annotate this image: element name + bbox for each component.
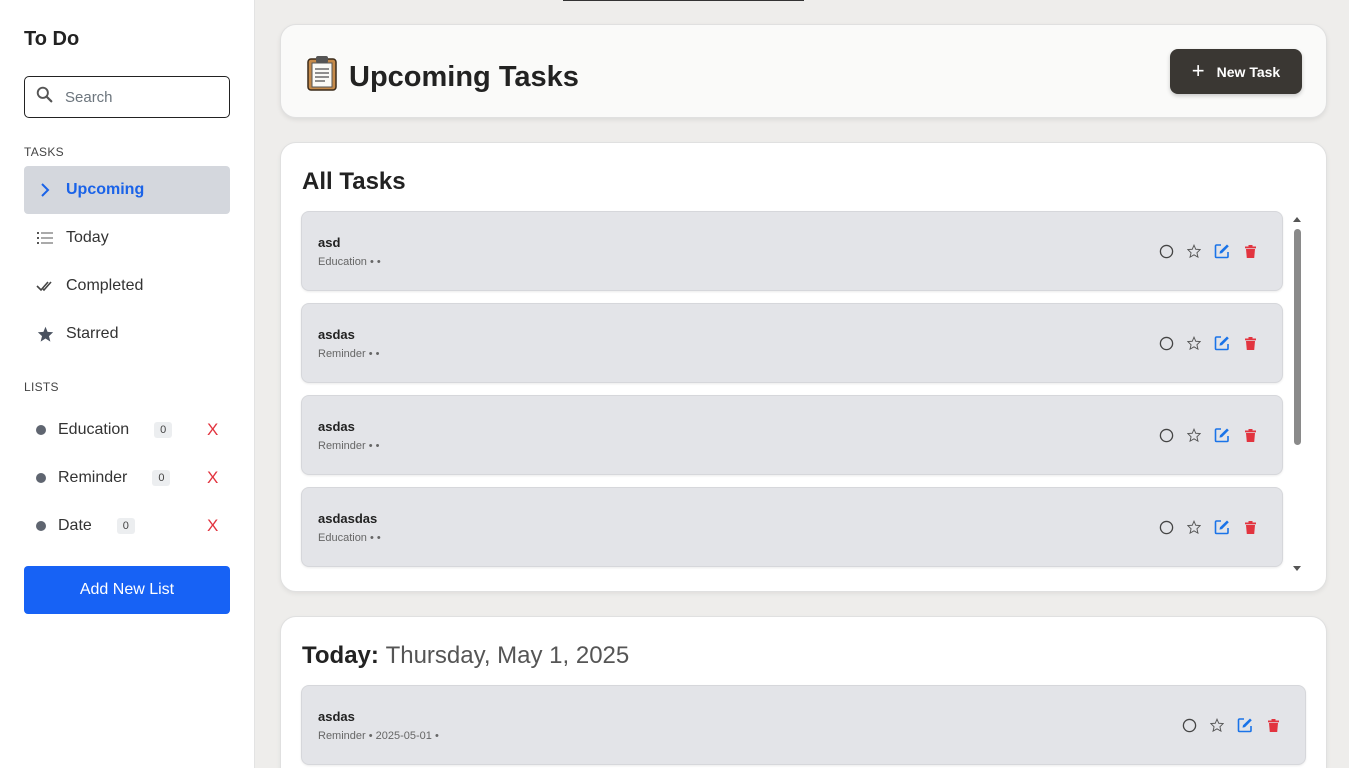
list-count-badge: 0 — [152, 470, 171, 486]
task-actions — [1175, 717, 1287, 733]
list-icon — [36, 229, 54, 247]
trash-icon[interactable] — [1236, 520, 1264, 534]
complete-circle-icon[interactable] — [1152, 520, 1180, 535]
task-item[interactable]: asdas Reminder • • — [301, 303, 1283, 383]
task-title: asdas — [318, 327, 355, 342]
delete-list-button[interactable]: X — [207, 420, 218, 440]
task-item[interactable]: asdas Reminder • 2025-05-01 • — [301, 685, 1306, 765]
task-item[interactable]: asdasdas Education • • — [301, 487, 1283, 567]
nav-item-starred[interactable]: Starred — [24, 310, 230, 358]
task-item[interactable]: asdas Reminder • • — [301, 395, 1283, 475]
trash-icon[interactable] — [1236, 244, 1264, 258]
task-actions — [1152, 519, 1264, 535]
task-actions — [1152, 427, 1264, 443]
page-title: Upcoming Tasks — [305, 55, 579, 99]
today-tasks-card: Today: Thursday, May 1, 2025 asdas Remin… — [280, 616, 1327, 768]
edit-icon[interactable] — [1208, 427, 1236, 443]
list-name: Education — [58, 421, 130, 438]
task-meta: Education • • — [318, 532, 381, 544]
list-item-date[interactable]: Date 0 X — [24, 502, 230, 550]
app-title: To Do — [24, 28, 80, 50]
edit-icon[interactable] — [1231, 717, 1259, 733]
task-title: asdas — [318, 419, 355, 434]
search-box[interactable] — [24, 76, 230, 118]
complete-circle-icon[interactable] — [1152, 336, 1180, 351]
complete-circle-icon[interactable] — [1175, 718, 1203, 733]
list-dot — [36, 521, 46, 531]
task-item[interactable]: asd Education • • — [301, 211, 1283, 291]
add-new-list-button[interactable]: Add New List — [24, 566, 230, 614]
task-meta: Reminder • • — [318, 348, 380, 360]
list-name: Reminder — [58, 469, 128, 486]
nav-item-label: Starred — [66, 325, 119, 342]
page-title-text: Upcoming Tasks — [349, 60, 579, 93]
new-task-button[interactable]: + New Task — [1170, 49, 1302, 94]
list-dot — [36, 425, 46, 435]
plus-icon: + — [1191, 57, 1205, 83]
double-check-icon — [36, 277, 54, 295]
list-item-reminder[interactable]: Reminder 0 X — [24, 454, 230, 502]
complete-circle-icon[interactable] — [1152, 244, 1180, 259]
page-header: Upcoming Tasks + New Task — [280, 24, 1327, 118]
today-title: Today: Thursday, May 1, 2025 — [302, 642, 629, 670]
chevron-right-icon — [36, 181, 54, 199]
top-scroll-indicator — [563, 0, 804, 1]
all-tasks-title: All Tasks — [302, 168, 406, 195]
edit-icon[interactable] — [1208, 519, 1236, 535]
star-icon — [36, 325, 54, 343]
sidebar: To Do TASKS Upcoming Today Completed — [0, 0, 255, 768]
task-title: asdas — [318, 709, 355, 724]
search-icon — [36, 86, 53, 108]
star-outline-icon[interactable] — [1203, 718, 1231, 732]
list-count-badge: 0 — [154, 422, 173, 438]
tasks-section-label: TASKS — [24, 145, 64, 159]
nav-item-label: Completed — [66, 277, 144, 294]
all-tasks-list: asd Education • • asdas Reminder • • asd… — [301, 211, 1283, 579]
search-input[interactable] — [65, 88, 215, 106]
scroll-down-arrow-icon[interactable] — [1293, 566, 1301, 571]
nav-item-completed[interactable]: Completed — [24, 262, 230, 310]
delete-list-button[interactable]: X — [207, 468, 218, 488]
trash-icon[interactable] — [1236, 428, 1264, 442]
task-title: asdasdas — [318, 511, 378, 526]
edit-icon[interactable] — [1208, 243, 1236, 259]
trash-icon[interactable] — [1259, 718, 1287, 732]
edit-icon[interactable] — [1208, 335, 1236, 351]
star-outline-icon[interactable] — [1180, 244, 1208, 258]
task-actions — [1152, 243, 1264, 259]
trash-icon[interactable] — [1236, 336, 1264, 350]
lists: Education 0 X Reminder 0 X Date 0 X — [24, 406, 230, 550]
nav-item-upcoming[interactable]: Upcoming — [24, 166, 230, 214]
today-date: Thursday, May 1, 2025 — [385, 642, 630, 669]
task-actions — [1152, 335, 1264, 351]
list-item-education[interactable]: Education 0 X — [24, 406, 230, 454]
clipboard-icon — [305, 55, 339, 99]
scrollbar-thumb[interactable] — [1294, 229, 1301, 445]
nav-item-today[interactable]: Today — [24, 214, 230, 262]
task-list-scrollbar[interactable] — [1291, 215, 1303, 571]
task-meta: Education • • — [318, 256, 381, 268]
delete-list-button[interactable]: X — [207, 516, 218, 536]
today-tasks-list: asdas Reminder • 2025-05-01 • — [301, 685, 1306, 768]
star-outline-icon[interactable] — [1180, 520, 1208, 534]
nav-item-label: Today — [66, 229, 109, 246]
nav-item-label: Upcoming — [66, 181, 145, 198]
list-dot — [36, 473, 46, 483]
star-outline-icon[interactable] — [1180, 428, 1208, 442]
task-title: asd — [318, 235, 341, 250]
tasks-nav: Upcoming Today Completed Starred — [24, 166, 230, 358]
star-outline-icon[interactable] — [1180, 336, 1208, 350]
today-label: Today: — [302, 642, 379, 669]
list-name: Date — [58, 517, 92, 534]
lists-section-label: LISTS — [24, 380, 59, 394]
task-meta: Reminder • • — [318, 440, 380, 452]
new-task-label: New Task — [1216, 63, 1281, 80]
scroll-up-arrow-icon[interactable] — [1293, 217, 1301, 222]
all-tasks-card: All Tasks asd Education • • asdas Remind… — [280, 142, 1327, 592]
list-count-badge: 0 — [116, 518, 135, 534]
complete-circle-icon[interactable] — [1152, 428, 1180, 443]
task-meta: Reminder • 2025-05-01 • — [318, 730, 439, 742]
